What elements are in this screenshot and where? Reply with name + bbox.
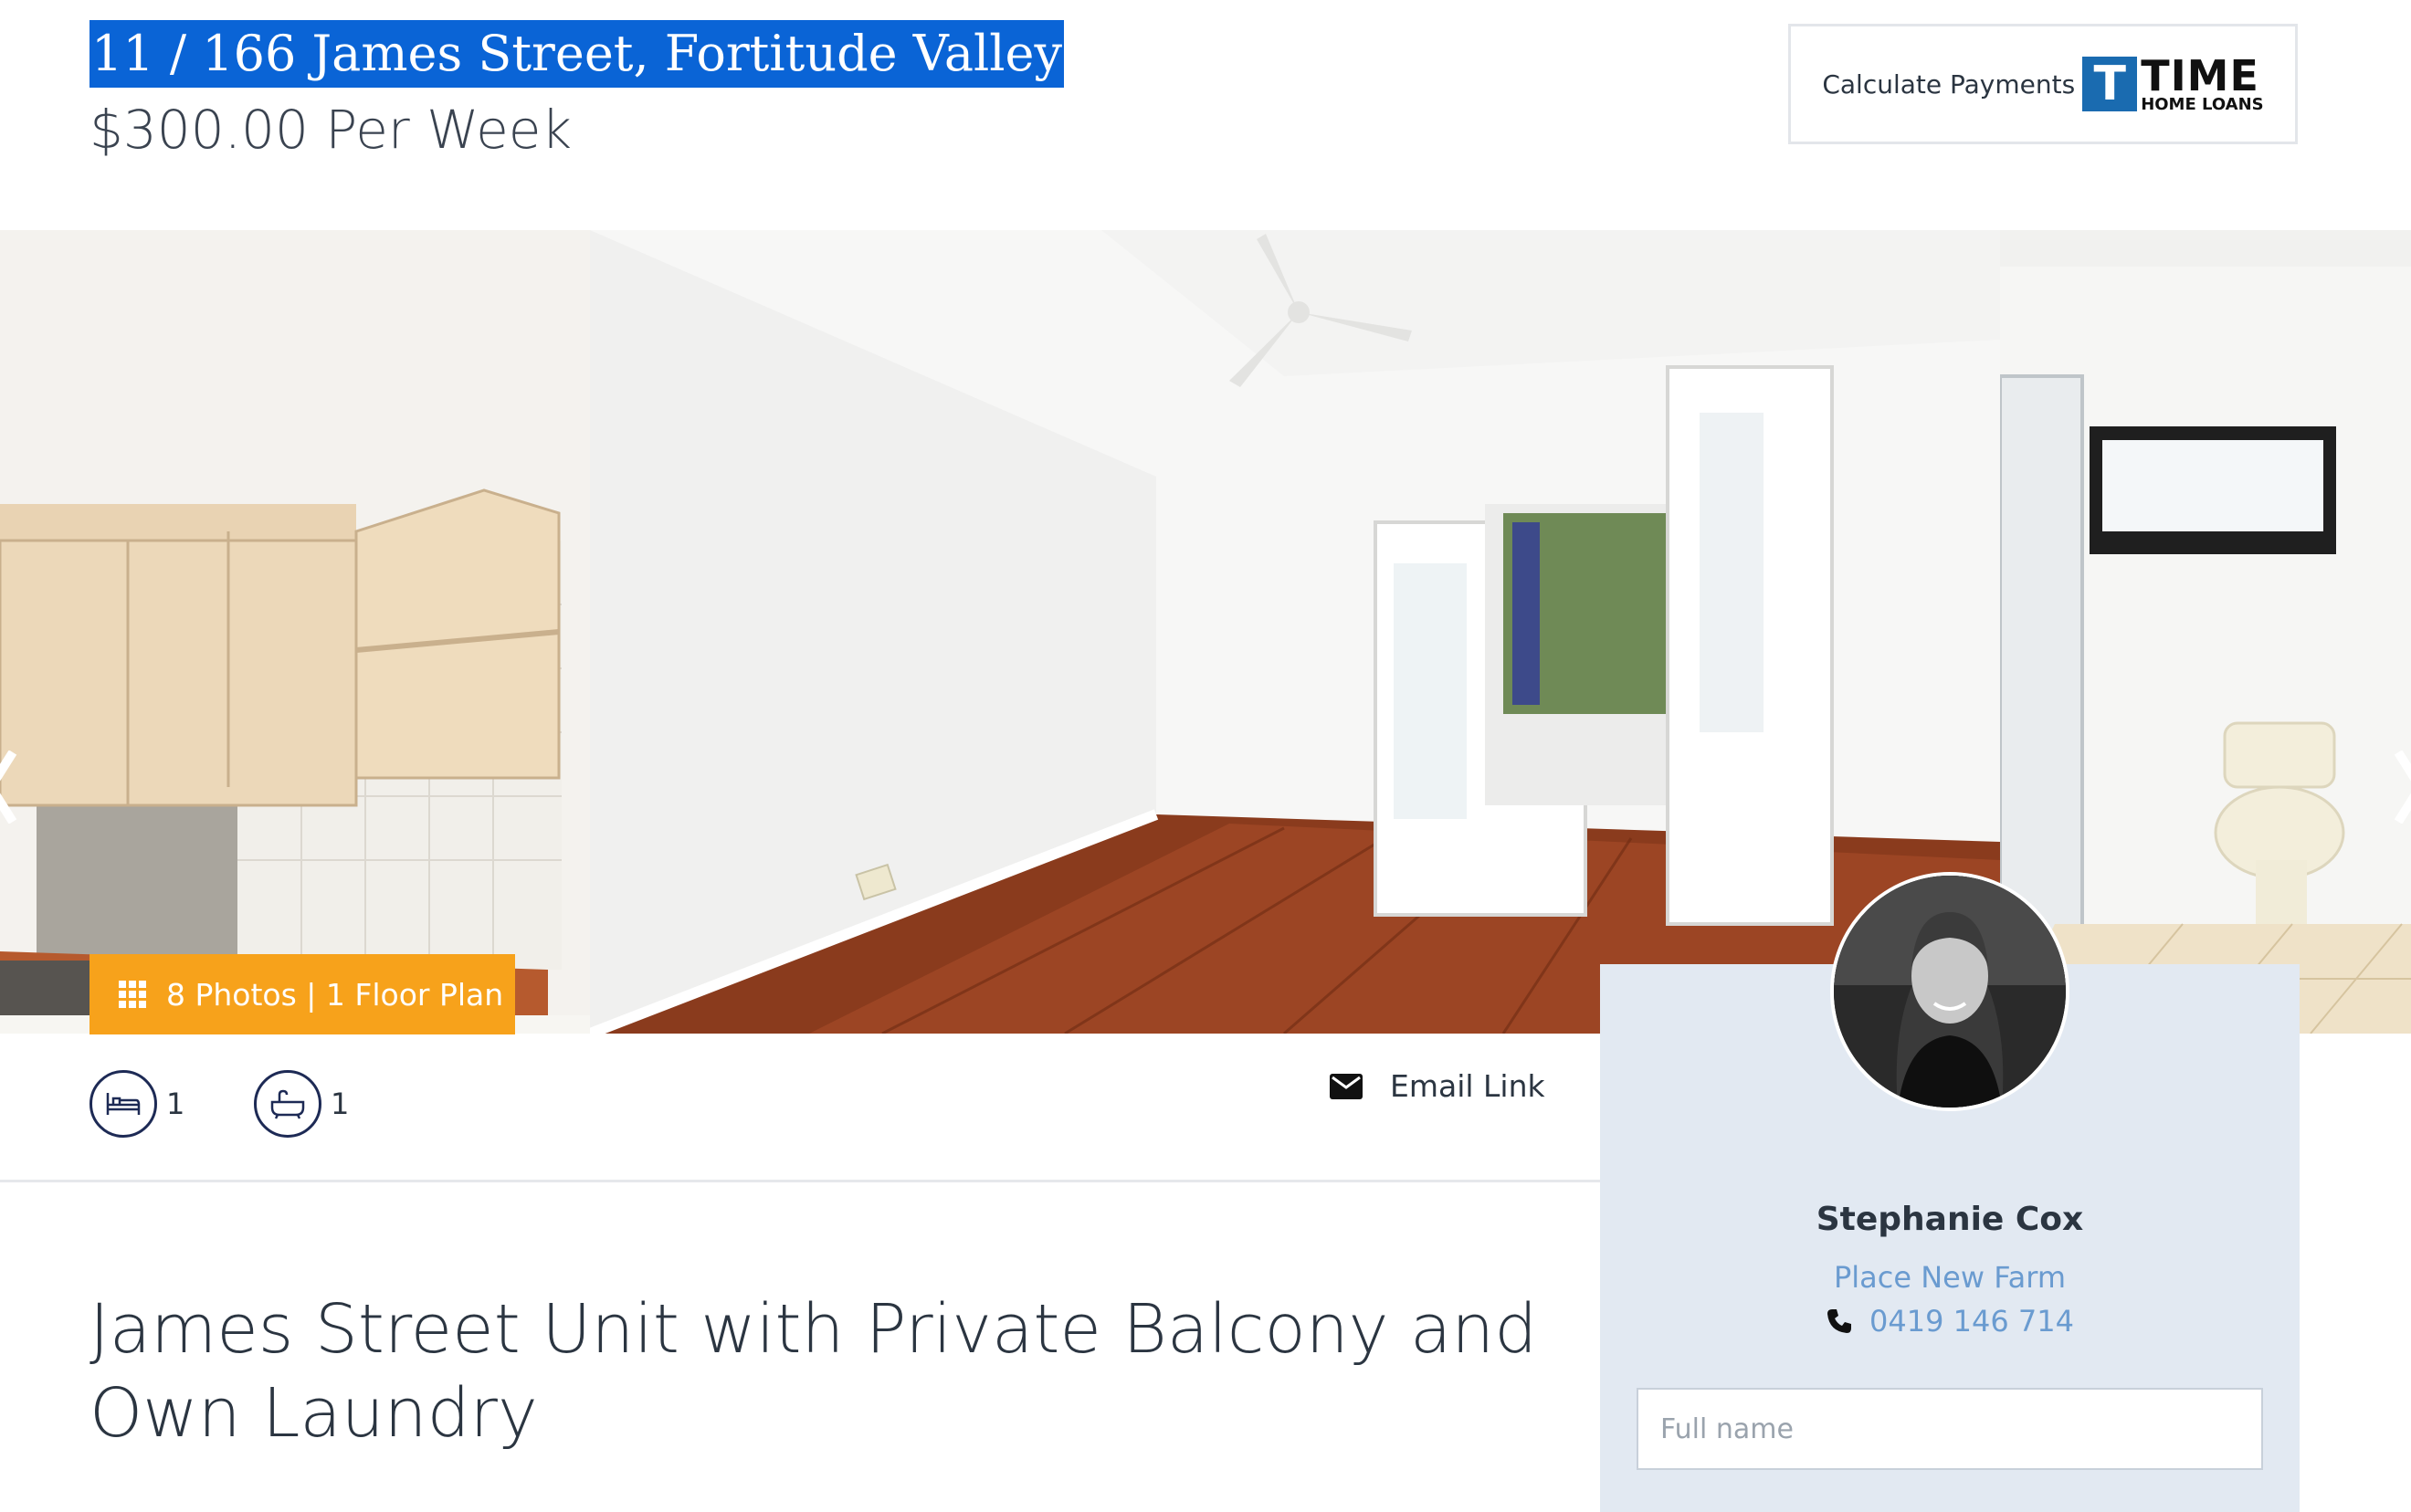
agent-name: Stephanie Cox: [1816, 1201, 2084, 1238]
agent-phone-link[interactable]: 0419 146 714: [1600, 1304, 2300, 1339]
bedrooms-count: 1: [166, 1087, 185, 1121]
envelope-icon: [1330, 1073, 1363, 1099]
time-home-loans-logo: T TIME HOME LOANS: [2082, 51, 2264, 114]
photos-floorplan-label: 8 Photos | 1 Floor Plan: [166, 976, 504, 1013]
property-price: $300.00 Per Week: [89, 99, 573, 161]
phone-icon: [1827, 1309, 1852, 1333]
email-link-label: Email Link: [1390, 1068, 1545, 1104]
bathrooms-count: 1: [331, 1087, 350, 1121]
agent-office-link[interactable]: Place New Farm: [1600, 1260, 2300, 1295]
chevron-left-icon[interactable]: [0, 751, 37, 824]
calculate-payments-label: Calculate Payments: [1822, 68, 2076, 100]
photos-floorplan-button[interactable]: 8 Photos | 1 Floor Plan: [89, 954, 515, 1034]
logo-mark: T: [2082, 57, 2138, 111]
gallery-photo-bathroom[interactable]: [2000, 230, 2411, 1034]
calculate-payments-button[interactable]: Calculate Payments T TIME HOME LOANS: [1788, 24, 2298, 144]
gallery-photo-kitchen[interactable]: [0, 230, 590, 1034]
bath-icon: [254, 1070, 321, 1138]
photo-gallery[interactable]: [0, 230, 2411, 1034]
agent-avatar: [1830, 872, 2069, 1111]
bedrooms-feature: 1: [89, 1070, 184, 1138]
logo-subtitle: HOME LOANS: [2141, 95, 2264, 114]
chevron-right-icon[interactable]: [2374, 751, 2411, 824]
agent-phone: 0419 146 714: [1869, 1304, 2074, 1339]
bed-icon: [89, 1070, 157, 1138]
listing-title: James Street Unit with Private Balcony a…: [89, 1290, 1538, 1453]
section-divider: [0, 1180, 1600, 1182]
email-link[interactable]: Email Link: [1330, 1068, 1545, 1104]
property-address: 11 / 166 James Street, Fortitude Valley: [89, 20, 1065, 88]
bathrooms-feature: 1: [254, 1070, 349, 1138]
fullname-input[interactable]: [1637, 1388, 2263, 1470]
gallery-photo-living[interactable]: [590, 230, 2000, 1034]
logo-name: TIME: [2141, 51, 2259, 100]
grid-icon: [119, 981, 146, 1008]
